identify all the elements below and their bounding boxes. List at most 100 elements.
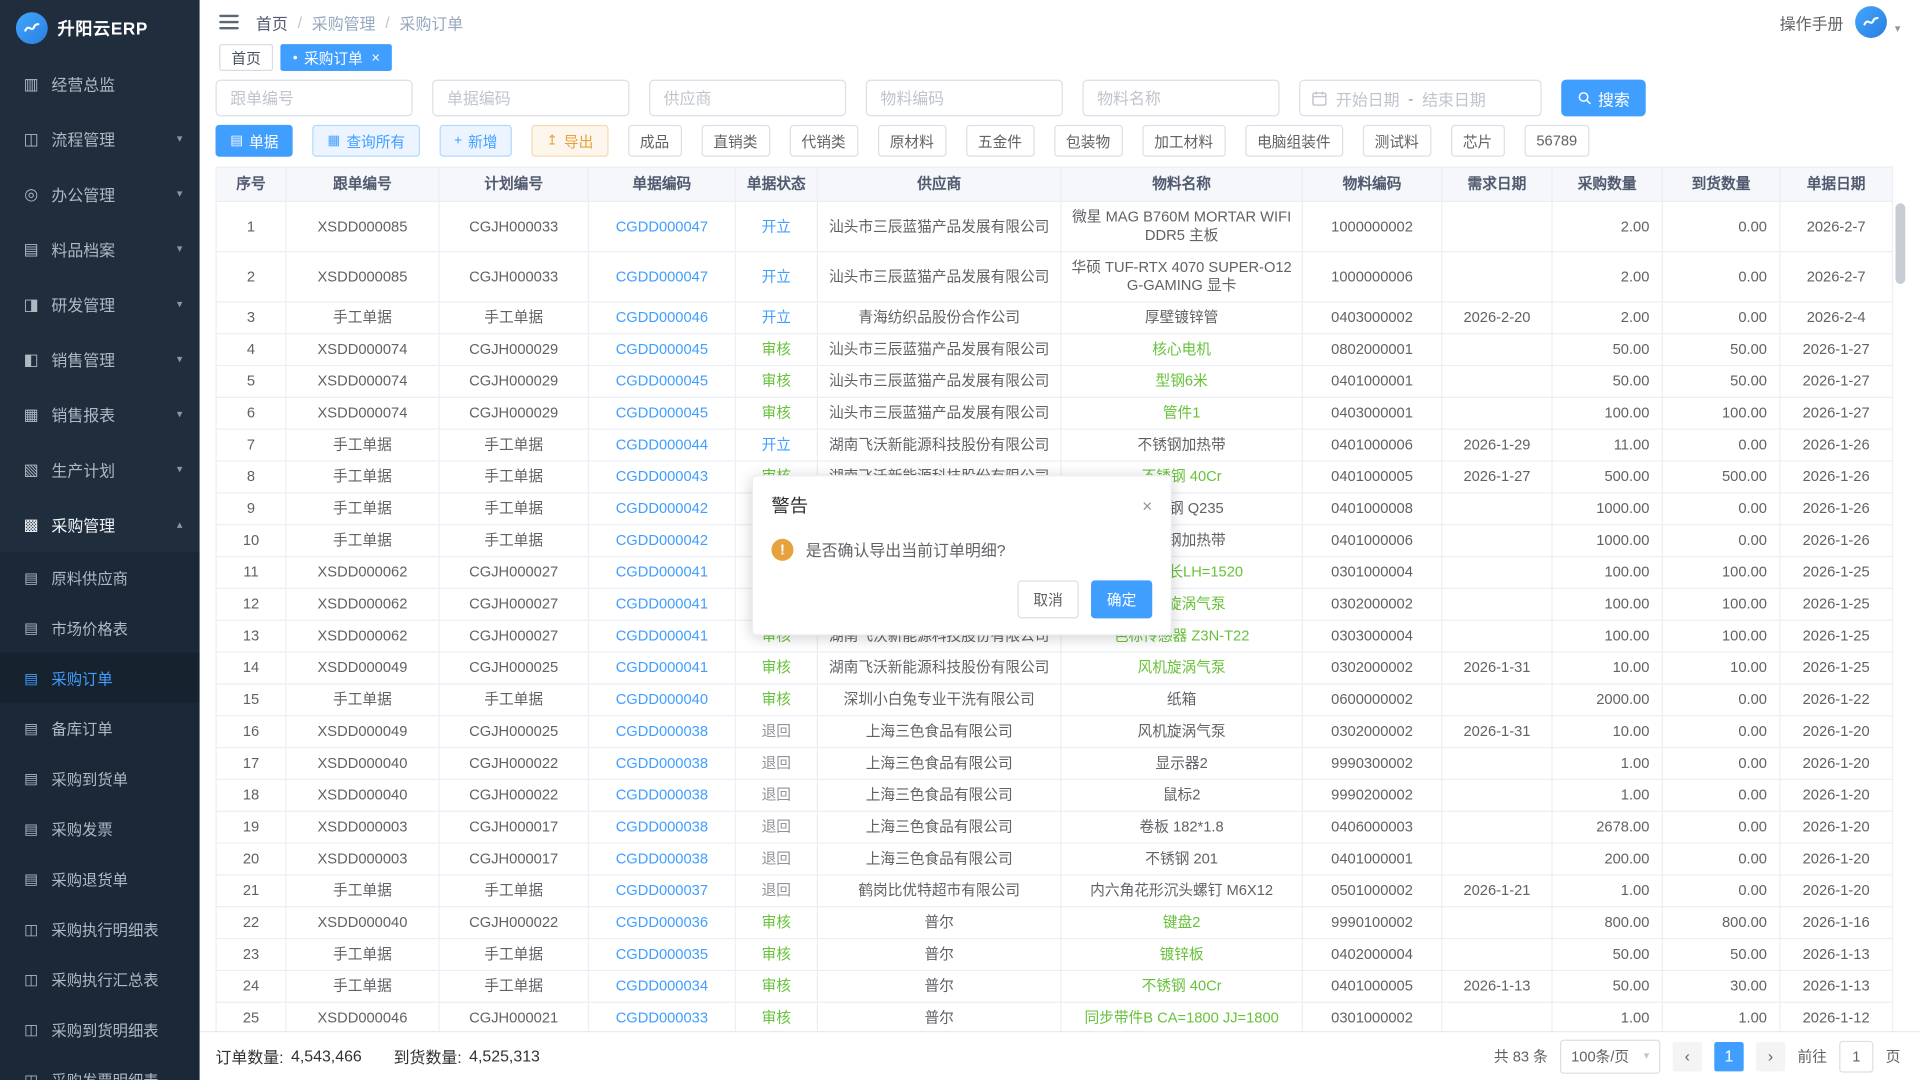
doc-no-link[interactable]: CGDD000040	[616, 691, 708, 708]
table-row[interactable]: 7手工单据手工单据CGDD000044开立湖南飞沃新能源科技股份有限公司不锈钢加…	[216, 429, 1892, 461]
sidebar-subitem[interactable]: ▤备库订单	[0, 703, 200, 753]
table-row[interactable]: 24手工单据手工单据CGDD000034审核普尔不锈钢 40Cr04010000…	[216, 970, 1892, 1002]
doc-no-link[interactable]: CGDD000038	[616, 754, 708, 771]
sidebar-item[interactable]: ◧销售管理▾	[0, 332, 200, 387]
doc-no-link[interactable]: CGDD000041	[616, 563, 708, 580]
cell-material[interactable]: 不锈钢 40Cr	[1061, 970, 1302, 1002]
category-chip[interactable]: 测试料	[1362, 125, 1431, 157]
sidebar-subitem[interactable]: ◫采购到货明细表	[0, 1004, 200, 1054]
doc-no-link[interactable]: CGDD000046	[616, 309, 708, 326]
page-size-select[interactable]: 100条/页 ▾	[1560, 1039, 1660, 1073]
prev-page-button[interactable]: ‹	[1673, 1041, 1702, 1070]
current-page-button[interactable]: 1	[1714, 1041, 1743, 1070]
doc-no-link[interactable]: CGDD000042	[616, 531, 708, 548]
sidebar-subitem[interactable]: ◫采购执行汇总表	[0, 954, 200, 1004]
查询所有-button[interactable]: ▦查询所有	[313, 125, 420, 157]
tab-active[interactable]: ●采购订单×	[280, 44, 392, 71]
sidebar-subitem[interactable]: ◫采购发票明细表	[0, 1054, 200, 1080]
close-icon[interactable]: ×	[371, 49, 380, 66]
confirm-button[interactable]: 确定	[1091, 580, 1152, 618]
sidebar-item[interactable]: ▦销售报表▾	[0, 387, 200, 442]
sidebar-item[interactable]: ◨研发管理▾	[0, 277, 200, 332]
doc-no-link[interactable]: CGDD000041	[616, 595, 708, 612]
close-icon[interactable]: ×	[1142, 497, 1152, 514]
doc-no-input[interactable]	[432, 80, 629, 117]
category-chip[interactable]: 代销类	[789, 125, 858, 157]
sidebar-subitem[interactable]: ▤采购到货单	[0, 753, 200, 803]
table-row[interactable]: 1XSDD000085CGJH000033CGDD000047开立汕头市三辰蓝猫…	[216, 201, 1892, 251]
table-row[interactable]: 22XSDD000040CGJH000022CGDD000036审核普尔键盘29…	[216, 907, 1892, 939]
sidebar-toggle-icon[interactable]	[219, 15, 239, 30]
doc-no-link[interactable]: CGDD000033	[616, 1009, 708, 1026]
table-row[interactable]: 5XSDD000074CGJH000029CGDD000045审核汕头市三辰蓝猫…	[216, 366, 1892, 398]
cell-material[interactable]: 型钢6米	[1061, 366, 1302, 398]
cell-material[interactable]: 管件1	[1061, 397, 1302, 429]
category-chip[interactable]: 包装物	[1054, 125, 1123, 157]
category-chip[interactable]: 直销类	[701, 125, 770, 157]
doc-no-link[interactable]: CGDD000036	[616, 913, 708, 930]
table-row[interactable]: 21手工单据手工单据CGDD000037退回鹤岗比优特超市有限公司内六角花形沉头…	[216, 875, 1892, 907]
breadcrumb-item[interactable]: 首页	[256, 10, 288, 33]
table-row[interactable]: 2XSDD000085CGJH000033CGDD000047开立汕头市三辰蓝猫…	[216, 252, 1892, 302]
avatar[interactable]	[1856, 6, 1888, 38]
category-chip[interactable]: 56789	[1524, 125, 1589, 157]
table-row[interactable]: 17XSDD000040CGJH000022CGDD000038退回上海三色食品…	[216, 748, 1892, 780]
goto-page-input[interactable]	[1839, 1040, 1873, 1072]
doc-no-link[interactable]: CGDD000043	[616, 468, 708, 485]
doc-no-link[interactable]: CGDD000044	[616, 436, 708, 453]
category-chip[interactable]: 加工材料	[1142, 125, 1225, 157]
table-row[interactable]: 23手工单据手工单据CGDD000035审核普尔镀锌板040200000450.…	[216, 939, 1892, 971]
supplier-input[interactable]	[649, 80, 846, 117]
doc-no-link[interactable]: CGDD000038	[616, 818, 708, 835]
table-row[interactable]: 19XSDD000003CGJH000017CGDD000038退回上海三色食品…	[216, 811, 1892, 843]
breadcrumb-item[interactable]: 采购管理	[312, 10, 376, 33]
cell-material[interactable]: 核心电机	[1061, 334, 1302, 366]
doc-no-link[interactable]: CGDD000035	[616, 945, 708, 962]
sidebar-subitem[interactable]: ▤采购退货单	[0, 853, 200, 903]
sidebar-item[interactable]: ▤料品档案▾	[0, 222, 200, 277]
sidebar-item[interactable]: ▥经营总监	[0, 56, 200, 111]
manual-link[interactable]: 操作手册	[1780, 10, 1844, 33]
table-row[interactable]: 25XSDD000046CGJH000021CGDD000033审核普尔同步带件…	[216, 1002, 1892, 1031]
order-no-input[interactable]	[216, 80, 413, 117]
material-code-input[interactable]	[866, 80, 1063, 117]
table-row[interactable]: 4XSDD000074CGJH000029CGDD000045审核汕头市三辰蓝猫…	[216, 334, 1892, 366]
doc-no-link[interactable]: CGDD000045	[616, 404, 708, 421]
table-row[interactable]: 14XSDD000049CGJH000025CGDD000041审核湖南飞沃新能…	[216, 652, 1892, 684]
sidebar-subitem[interactable]: ◫采购执行明细表	[0, 904, 200, 954]
sidebar-item[interactable]: ▩采购管理▴	[0, 497, 200, 552]
doc-no-link[interactable]: CGDD000034	[616, 977, 708, 994]
cell-material[interactable]: 镀锌板	[1061, 939, 1302, 971]
doc-no-link[interactable]: CGDD000038	[616, 722, 708, 739]
table-row[interactable]: 20XSDD000003CGJH000017CGDD000038退回上海三色食品…	[216, 843, 1892, 875]
单据-button[interactable]: ▤单据	[216, 125, 294, 157]
table-row[interactable]: 6XSDD000074CGJH000029CGDD000045审核汕头市三辰蓝猫…	[216, 397, 1892, 429]
sidebar-subitem[interactable]: ▤采购订单	[0, 653, 200, 703]
table-row[interactable]: 18XSDD000040CGJH000022CGDD000038退回上海三色食品…	[216, 779, 1892, 811]
doc-no-link[interactable]: CGDD000041	[616, 659, 708, 676]
doc-no-link[interactable]: CGDD000037	[616, 882, 708, 899]
category-chip[interactable]: 原材料	[877, 125, 946, 157]
doc-no-link[interactable]: CGDD000045	[616, 372, 708, 389]
sidebar-subitem[interactable]: ▤市场价格表	[0, 602, 200, 652]
sidebar-item[interactable]: ◫流程管理▾	[0, 111, 200, 166]
vertical-scrollbar-thumb[interactable]	[1896, 203, 1906, 284]
cancel-button[interactable]: 取消	[1018, 580, 1079, 618]
search-button[interactable]: 搜索	[1561, 80, 1646, 117]
table-row[interactable]: 16XSDD000049CGJH000025CGDD000038退回上海三色食品…	[216, 716, 1892, 748]
table-row[interactable]: 3手工单据手工单据CGDD000046开立青海纺织品股份合作公司厚壁镀锌管040…	[216, 302, 1892, 334]
table-row[interactable]: 15手工单据手工单据CGDD000040审核深圳小白兔专业干洗有限公司纸箱060…	[216, 684, 1892, 716]
cell-material[interactable]: 同步带件B CA=1800 JJ=1800	[1061, 1002, 1302, 1031]
新增-button[interactable]: +新增	[439, 125, 512, 157]
chevron-down-icon[interactable]: ▾	[1895, 22, 1901, 35]
sidebar-subitem[interactable]: ▤采购发票	[0, 803, 200, 853]
category-chip[interactable]: 成品	[628, 125, 682, 157]
date-range-picker[interactable]: 开始日期 - 结束日期	[1299, 80, 1541, 117]
sidebar-subitem[interactable]: ▤原料供应商	[0, 552, 200, 602]
doc-no-link[interactable]: CGDD000047	[616, 268, 708, 285]
tab-item[interactable]: 首页	[219, 44, 273, 71]
cell-material[interactable]: 风机旋涡气泵	[1061, 652, 1302, 684]
doc-no-link[interactable]: CGDD000038	[616, 850, 708, 867]
导出-button[interactable]: ↥导出	[532, 125, 608, 157]
doc-no-link[interactable]: CGDD000038	[616, 786, 708, 803]
